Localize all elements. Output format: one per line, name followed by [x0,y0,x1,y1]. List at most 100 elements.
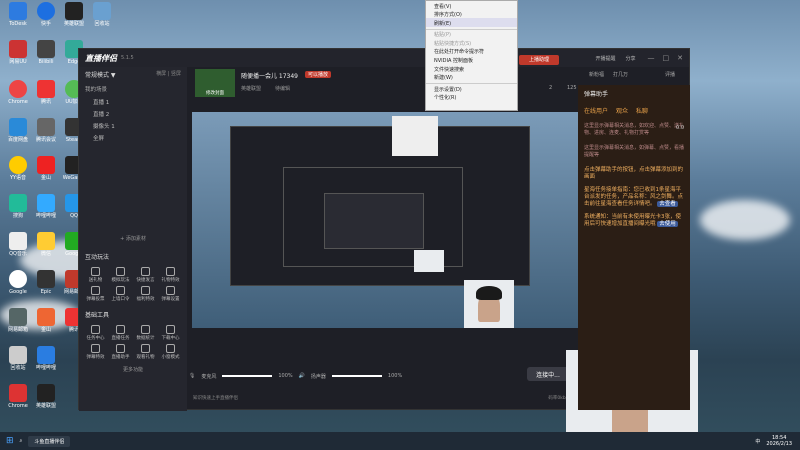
add-source-button[interactable]: + 添加素材 [79,235,187,242]
menu-item-nvidia[interactable]: NVIDIA 控制面板 [426,56,517,65]
right-tab[interactable]: 新粉福 [589,71,604,78]
desktop-icon[interactable]: 腾讯会议 [32,118,60,143]
likes-count: 2 [549,85,553,91]
view-task-link[interactable]: 去查看 [657,201,678,207]
taskbar-app[interactable]: 斗鱼直播伴侣 [28,435,71,447]
desktop-icon[interactable]: 回收站 [4,346,32,371]
desktop-icon[interactable]: 哔哩哔哩 [32,194,60,219]
menu-item-sort[interactable]: 排序方式(O) [426,10,517,19]
desktop-icon[interactable]: 快手 [32,2,60,27]
desktop-icon[interactable]: 网易邮箱 [4,308,32,333]
desktop-icon[interactable]: 搜狗 [4,194,32,219]
menu-item-new[interactable]: 新建(W) [426,73,517,82]
cover-thumbnail[interactable]: 修改封面 [195,69,235,97]
desktop-icon[interactable]: 金山 [32,308,60,333]
tool-item[interactable]: 弹幕投票 [83,285,108,302]
desktop-icon[interactable]: QQ音乐 [4,232,32,257]
desktop-icon[interactable]: 英雄联盟 [32,384,60,409]
tool-item[interactable]: 福利特效 [133,285,158,302]
stream-title[interactable]: 随便播一会儿 17349 [241,71,298,80]
tool-item[interactable]: 直播助手 [108,343,133,360]
tool-item[interactable]: 礼物特效 [158,266,183,283]
tab-private-chat[interactable]: 私聊 [636,106,648,115]
search-icon[interactable]: ⌕ [20,438,23,444]
nested-context-menu [392,116,438,156]
go-live-button[interactable]: 连接中... [527,367,569,381]
desktop-icon[interactable]: Chrome [4,80,32,105]
menu-item-file-search[interactable]: 文件快速搜索 [426,64,517,73]
tab-viewers[interactable]: 观众 [616,106,628,115]
tool-icon [91,325,100,334]
open-live-reminder[interactable]: 开播提醒 [595,55,615,62]
menu-item-display-settings[interactable]: 显示设置(D) [426,84,517,93]
clock-date[interactable]: 2026/2/13 [766,441,792,447]
desktop-icon[interactable]: 英雄联盟 [60,2,88,27]
camera-overlay[interactable] [464,280,514,328]
desktop-icon[interactable]: Bilibili [32,40,60,65]
preview-canvas[interactable] [192,112,578,328]
scene-item[interactable]: 摄像头 1 [79,120,187,132]
use-exposure-link[interactable]: 去使用 [657,221,678,227]
stream-tag[interactable]: 英雄联盟 [241,85,261,92]
desktop-icon[interactable]: 微信 [32,232,60,257]
mic-slider[interactable] [222,375,273,377]
language-indicator[interactable]: 中 [755,438,760,445]
desktop-icon[interactable]: Chrome [4,384,32,409]
app-version: 5.1.5 [121,55,134,61]
desktop-icon[interactable]: 百度网盘 [4,118,32,143]
menu-item-personalize[interactable]: 个性化(R) [426,93,517,102]
tool-item[interactable]: 任务中心 [83,324,108,341]
speaker-slider[interactable] [331,375,382,377]
tool-item[interactable]: 上墙口令 [108,285,133,302]
camera-overlay[interactable] [414,250,444,272]
scene-item[interactable]: 直播 1 [79,96,187,108]
live-assist-button[interactable]: 上播助理 [519,55,559,65]
right-tab[interactable]: 评播 [665,71,675,78]
start-icon[interactable]: ⊞ [6,436,14,446]
tool-item[interactable]: 弹幕设置 [158,285,183,302]
nested-window [230,126,530,286]
close-icon[interactable]: ✕ [677,54,683,62]
share-button[interactable]: 分享 [625,55,635,62]
tool-item[interactable]: 下载中心 [158,324,183,341]
desktop-icon[interactable]: 回收站 [88,2,116,27]
more-tools-link[interactable]: 更多功能 [79,366,187,373]
desktop-icon[interactable]: YY语音 [4,156,32,181]
tool-item[interactable]: 数据统计 [133,324,158,341]
stream-tag[interactable]: 待编辑 [275,85,290,92]
tool-item[interactable]: 直播任务 [108,324,133,341]
mic-icon[interactable]: 🎙 [189,373,195,379]
menu-item-open-cmd[interactable]: 在此处打开命令提示符 [426,47,517,56]
status-text[interactable]: 知识快速上手直播伴侣 [193,395,238,401]
scene-item[interactable]: 全屏 [79,132,187,144]
maximize-icon[interactable]: □ [663,54,670,62]
tool-item[interactable]: 小窗模式 [158,343,183,360]
mode-selector[interactable]: 常规模式 ▼ 横屏 | 竖屏 [79,67,187,82]
tool-item[interactable]: 观看礼物 [133,343,158,360]
minimize-icon[interactable]: — [648,54,655,62]
desktop-icon[interactable]: Google [4,270,32,295]
scene-item[interactable]: 直播 2 [79,108,187,120]
tool-icon [116,325,125,334]
desktop-icon[interactable]: ToDesk [4,2,32,27]
desktop-context-menu: 查看(V) 排序方式(O) 刷新(E) 粘贴(P) 粘贴快捷方式(S) 在此处打… [425,0,518,111]
menu-item-paste: 粘贴(P) [434,32,451,39]
tab-online-users[interactable]: 在线用户 [584,106,608,115]
tool-item[interactable]: 弹幕特效 [83,343,108,360]
desktop-icon[interactable]: 金山 [32,156,60,181]
tab-portrait[interactable]: 竖屏 [171,71,181,77]
tool-item[interactable]: 送礼物 [83,266,108,283]
tool-icon [91,267,100,276]
right-tab[interactable]: 打几万 [613,71,628,78]
tool-item[interactable]: 快捷发言 [133,266,158,283]
speaker-icon[interactable]: 🔊 [299,373,305,379]
desktop-icon[interactable]: 网易UU [4,40,32,65]
interactive-title: 互动玩法 [85,254,110,261]
desktop-icon[interactable]: 哔哩哔哩 [32,346,60,371]
desktop-icon[interactable]: 腾讯 [32,80,60,105]
tab-landscape[interactable]: 横屏 [156,71,166,77]
desktop-icon[interactable]: Epic [32,270,60,295]
menu-item-refresh[interactable]: 刷新(E) [426,18,517,27]
menu-item-view[interactable]: 查看(V) [426,1,517,10]
tool-item[interactable]: 模拟玩法 [108,266,133,283]
